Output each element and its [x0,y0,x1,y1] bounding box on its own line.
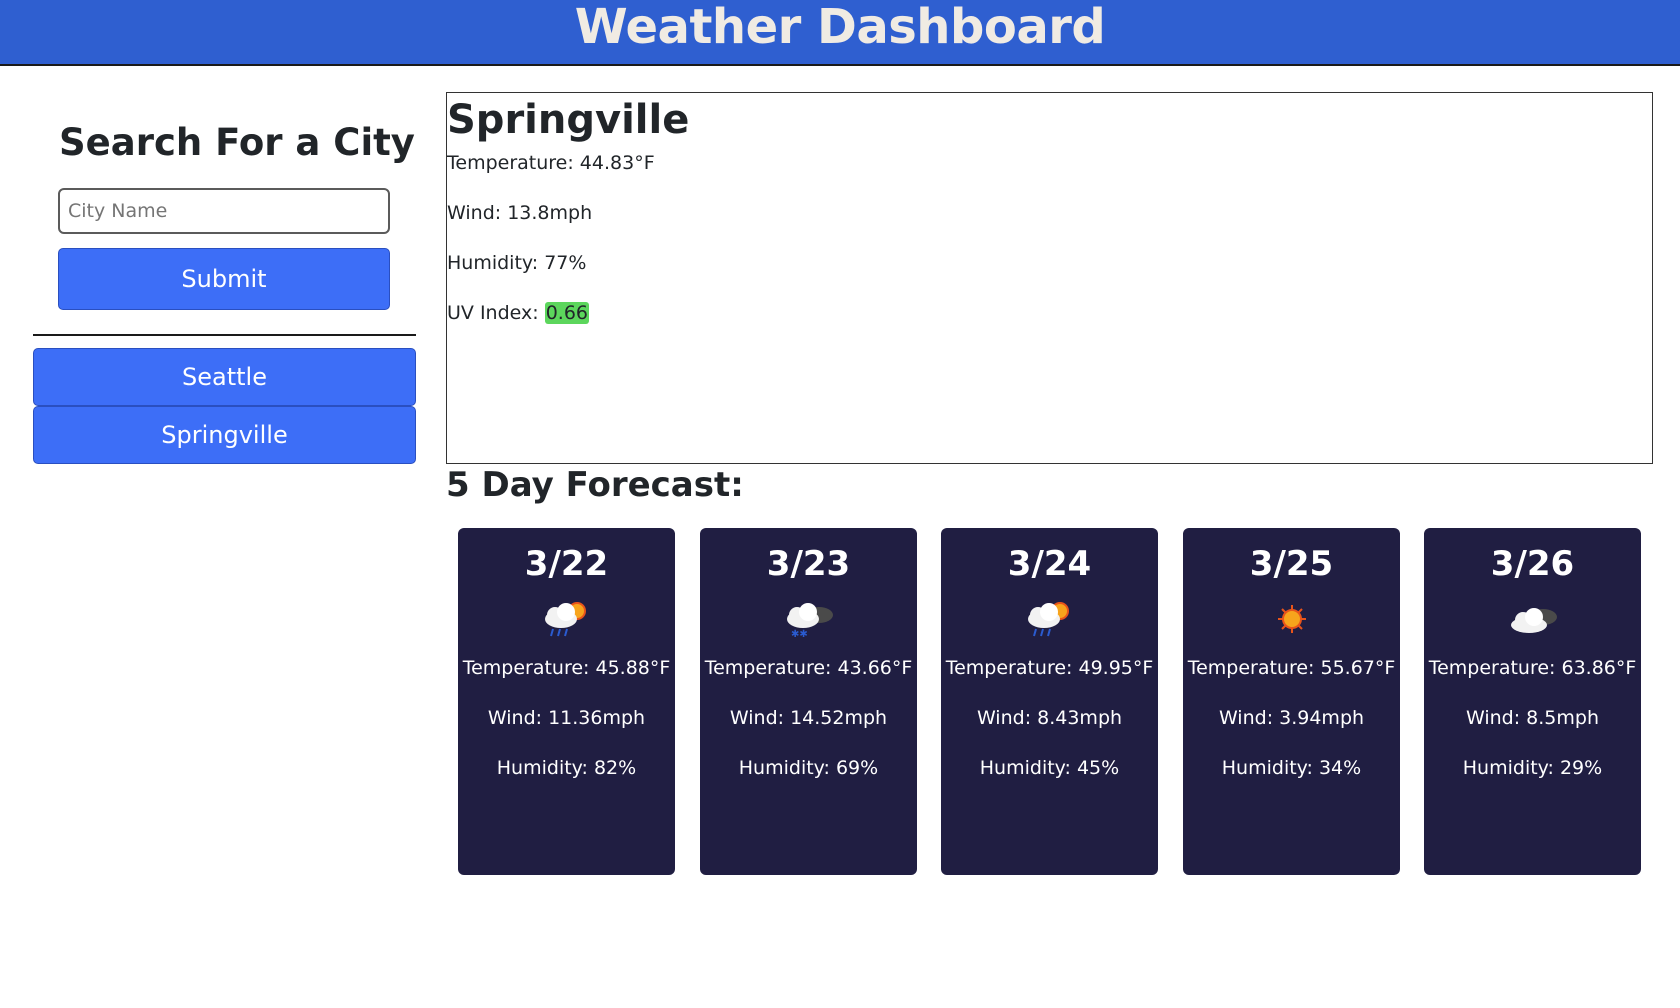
forecast-date: 3/26 [1490,544,1575,584]
rain-sun-icon [941,594,1158,644]
history-button-springville[interactable]: Springville [33,406,416,464]
sidebar-divider [33,334,416,336]
app-title: Weather Dashboard [574,0,1106,55]
forecast-card: 3/24 Temperature: 49.95°F Wind: 8.43mph … [941,528,1158,875]
forecast-card: 3/22 Temperature: 45.88°F Wind: 11.36mph… [458,528,675,875]
current-weather-panel: Springville Temperature: 44.83°F Wind: 1… [446,92,1653,464]
current-humidity: Humidity: 77% [447,252,587,274]
forecast-wind: Wind: 8.43mph [976,707,1123,729]
forecast-humidity: Humidity: 29% [1462,757,1603,779]
forecast-temperature: Temperature: 43.66°F [704,657,913,679]
forecast-humidity: Humidity: 45% [979,757,1120,779]
cloud-icon [1424,594,1641,644]
forecast-temperature: Temperature: 55.67°F [1187,657,1396,679]
current-city-name: Springville [447,97,690,143]
uv-index-badge: 0.66 [544,302,590,324]
forecast-wind: Wind: 3.94mph [1218,707,1365,729]
sun-icon [1183,594,1400,644]
current-temperature: Temperature: 44.83°F [447,152,655,174]
svg-text:✱✱: ✱✱ [791,629,808,639]
submit-button[interactable]: Submit [58,248,390,310]
history-button-seattle[interactable]: Seattle [33,348,416,406]
forecast-temperature: Temperature: 45.88°F [462,657,671,679]
forecast-card: 3/26 Temperature: 63.86°F Wind: 8.5mph H… [1424,528,1641,875]
forecast-humidity: Humidity: 34% [1221,757,1362,779]
search-title: Search For a City [59,121,415,164]
forecast-humidity: Humidity: 69% [738,757,879,779]
forecast-wind: Wind: 14.52mph [729,707,888,729]
app-header: Weather Dashboard [0,0,1680,66]
uv-index-label: UV Index: [447,302,545,324]
forecast-card: 3/23 ✱✱ Temperature: 43.66°F Wind: 14.52… [700,528,917,875]
forecast-title: 5 Day Forecast: [446,465,744,505]
forecast-date: 3/22 [524,544,609,584]
rain-sun-icon [458,594,675,644]
forecast-date: 3/23 [766,544,851,584]
forecast-humidity: Humidity: 82% [496,757,637,779]
snow-cloud-icon: ✱✱ [700,594,917,644]
forecast-wind: Wind: 11.36mph [487,707,646,729]
current-wind: Wind: 13.8mph [447,202,593,224]
current-uv-index: UV Index: 0.66 [447,301,1652,325]
forecast-date: 3/25 [1249,544,1334,584]
forecast-date: 3/24 [1007,544,1092,584]
forecast-wind: Wind: 8.5mph [1465,707,1600,729]
forecast-card: 3/25 Temperature: 55.67°F Wind: 3.94mph … [1183,528,1400,875]
forecast-temperature: Temperature: 49.95°F [945,657,1154,679]
city-search-input[interactable] [58,188,390,234]
forecast-temperature: Temperature: 63.86°F [1428,657,1637,679]
